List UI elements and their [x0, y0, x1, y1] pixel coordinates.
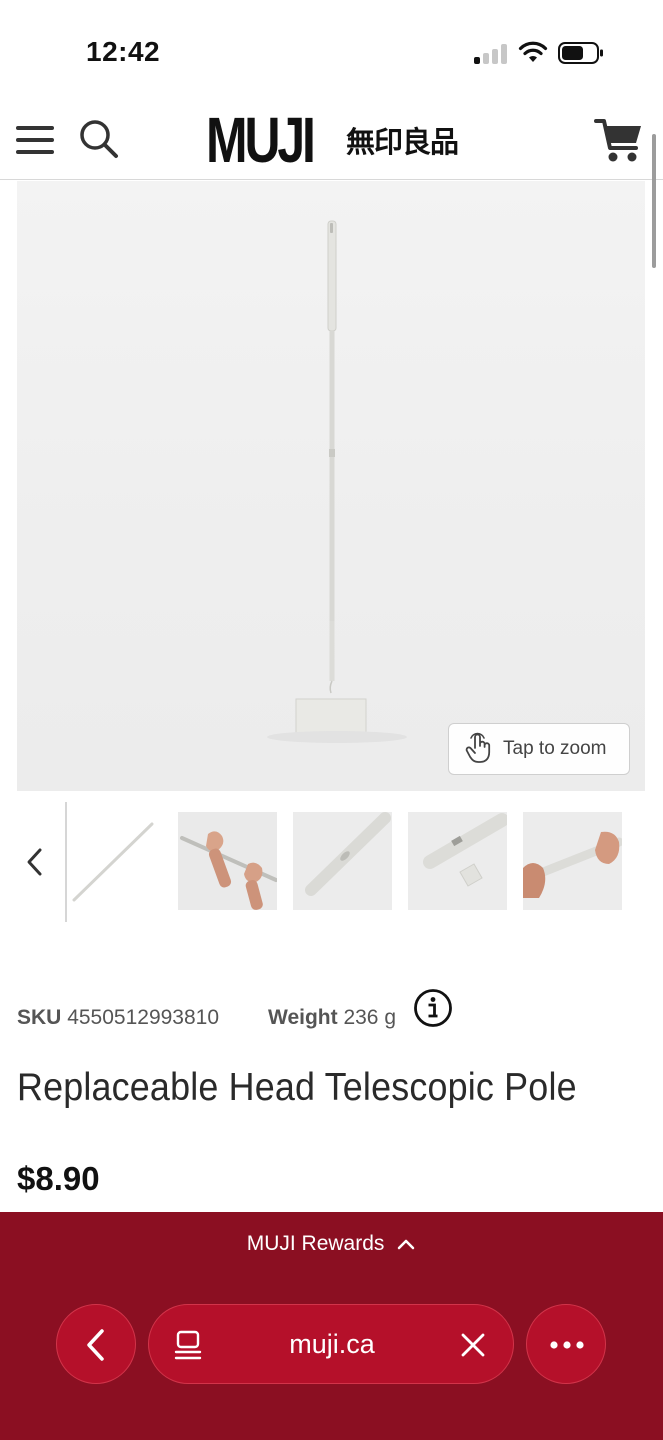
weight-line: Weight 236 g: [268, 1006, 396, 1030]
more-options-button[interactable]: [526, 1304, 606, 1384]
weight-value: 236 g: [343, 1006, 397, 1029]
wifi-icon: [518, 41, 548, 62]
muji-logo[interactable]: MUJI 無印良品: [206, 104, 459, 176]
thumbnail-pole-full[interactable]: [70, 812, 169, 910]
chevron-up-icon: [398, 1240, 415, 1250]
thumbnail-divider: [65, 802, 67, 922]
logo-latin: MUJI: [206, 104, 316, 176]
cart-icon[interactable]: [594, 116, 644, 164]
search-icon[interactable]: [78, 118, 120, 160]
address-bar[interactable]: muji.ca: [148, 1304, 514, 1384]
thumbnail-pole-parts[interactable]: [408, 812, 507, 910]
thumbnail-carousel: [0, 800, 663, 925]
tap-hand-icon: [465, 732, 491, 763]
product-meta: SKU 4550512993810 Weight 236 g: [17, 988, 647, 1040]
product-price: $8.90: [17, 1160, 100, 1197]
chevron-left-icon: [87, 1329, 104, 1361]
hamburger-icon[interactable]: [16, 124, 54, 156]
thumbnail-hand-attaching[interactable]: [523, 812, 622, 910]
tap-to-zoom-label: Tap to zoom: [503, 738, 607, 759]
browser-back-button[interactable]: [56, 1304, 136, 1384]
sku-line: SKU 4550512993810: [17, 1006, 219, 1030]
close-icon[interactable]: [459, 1331, 487, 1359]
product-title: Replaceable Head Telescopic Pole: [17, 1066, 577, 1109]
tap-to-zoom-button[interactable]: Tap to zoom: [448, 723, 630, 775]
muji-rewards-label: MUJI Rewards: [246, 1232, 385, 1255]
cellular-signal-icon: [474, 44, 508, 64]
logo-kanji: 無印良品: [346, 125, 459, 159]
browser-toolbar: MUJI Rewards muji.ca: [0, 1212, 663, 1440]
status-time: 12:42: [86, 36, 161, 67]
weight-label: Weight: [268, 1006, 338, 1029]
scroll-indicator[interactable]: [652, 134, 656, 268]
sku-value: 4550512993810: [67, 1006, 220, 1029]
info-icon[interactable]: [413, 988, 453, 1028]
telescopic-pole-illustration: [267, 220, 407, 743]
sku-label: SKU: [17, 1006, 62, 1029]
muji-rewards-toggle[interactable]: MUJI Rewards: [0, 1232, 663, 1256]
battery-icon: [558, 42, 603, 64]
site-header: MUJI 無印良品: [0, 100, 663, 180]
chevron-left-icon[interactable]: [20, 842, 48, 882]
ellipsis-icon: [550, 1341, 584, 1349]
product-main-image[interactable]: [17, 181, 645, 791]
thumbnail-hands-extending[interactable]: [178, 812, 277, 910]
status-bar: 12:42: [0, 0, 663, 100]
thumbnail-pole-closeup[interactable]: [293, 812, 392, 910]
